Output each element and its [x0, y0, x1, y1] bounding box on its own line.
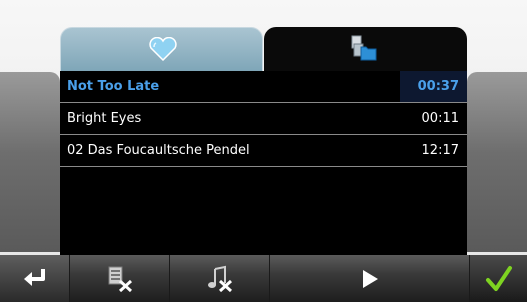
tab-files[interactable] — [264, 27, 467, 71]
left-side-panel — [0, 72, 60, 252]
bottom-toolbar — [0, 255, 527, 302]
track-row[interactable]: Bright Eyes 00:11 — [60, 103, 467, 135]
track-duration: 00:11 — [421, 111, 459, 126]
delete-list-icon — [108, 266, 132, 292]
track-duration: 12:17 — [421, 143, 459, 158]
track-duration: 00:37 — [417, 79, 459, 94]
confirm-button[interactable] — [470, 255, 527, 302]
back-button[interactable] — [0, 255, 70, 302]
track-title: Not Too Late — [67, 79, 160, 94]
right-side-panel — [467, 72, 527, 252]
play-button[interactable] — [270, 255, 470, 302]
delete-track-button[interactable] — [170, 255, 270, 302]
track-row[interactable]: Not Too Late 00:37 — [60, 71, 467, 103]
checkmark-icon — [485, 265, 512, 291]
play-icon — [362, 269, 378, 288]
track-row[interactable]: 02 Das Foucaultsche Pendel 12:17 — [60, 135, 467, 167]
delete-list-button[interactable] — [70, 255, 170, 302]
delete-track-icon — [207, 265, 232, 292]
tab-favorites[interactable] — [60, 27, 263, 71]
back-arrow-icon — [23, 268, 45, 286]
playlist-panel: Not Too Late 00:37 Bright Eyes 00:11 02 … — [60, 27, 467, 281]
track-title: 02 Das Foucaultsche Pendel — [67, 143, 250, 158]
file-browser-icon — [351, 35, 377, 61]
track-list: Not Too Late 00:37 Bright Eyes 00:11 02 … — [60, 71, 467, 281]
heart-icon — [149, 37, 177, 61]
track-title: Bright Eyes — [67, 111, 142, 126]
